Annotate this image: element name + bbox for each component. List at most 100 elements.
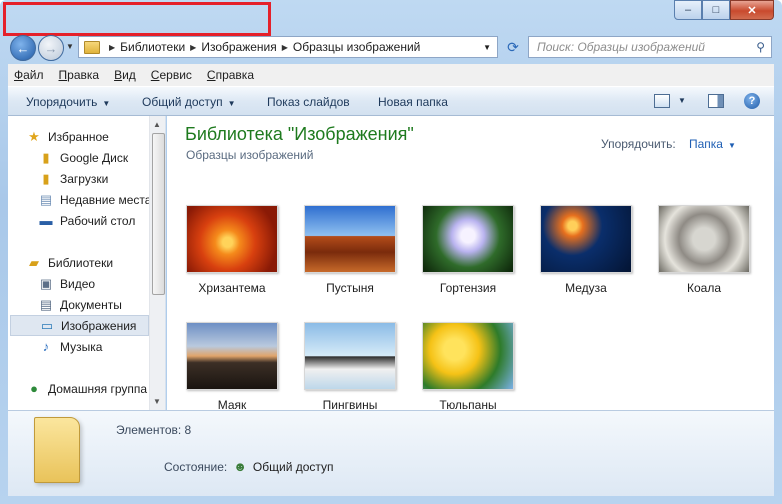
scroll-down-icon[interactable]: ▼ bbox=[153, 397, 161, 406]
sidebar-item-desktop[interactable]: ▬ Рабочий стол bbox=[38, 210, 165, 231]
folder-icon bbox=[84, 40, 100, 54]
breadcrumb-arrow-icon[interactable]: ▶ bbox=[282, 43, 288, 52]
state-value: Общий доступ bbox=[252, 459, 334, 474]
menu-tools[interactable]: Сервис bbox=[151, 68, 192, 82]
slideshow-button[interactable]: Показ слайдов bbox=[267, 95, 350, 109]
menu-view[interactable]: Вид bbox=[114, 68, 136, 82]
search-input[interactable]: Поиск: Образцы изображений ⚲ bbox=[528, 36, 772, 58]
file-item[interactable]: Пингвины bbox=[300, 322, 400, 410]
sidebar-item-google-drive[interactable]: ▮ Google Диск bbox=[38, 147, 165, 168]
minimize-button[interactable]: – bbox=[674, 0, 702, 20]
breadcrumb-arrow-icon[interactable]: ▶ bbox=[109, 43, 115, 52]
homegroup-icon: ● bbox=[30, 381, 38, 396]
sidebar-item-label: Документы bbox=[60, 297, 122, 312]
share-label: Общий доступ bbox=[142, 95, 223, 109]
sidebar-homegroup[interactable]: ● Домашняя группа bbox=[26, 378, 165, 399]
breadcrumb-libraries[interactable]: Библиотеки bbox=[120, 40, 185, 54]
sidebar-favorites[interactable]: ★ Избранное bbox=[26, 126, 165, 147]
command-bar: Упорядочить ▼ Общий доступ ▼ Показ слайдов… bbox=[8, 86, 774, 116]
menu-edit[interactable]: Правка bbox=[59, 68, 100, 82]
preview-pane-icon[interactable] bbox=[708, 94, 724, 108]
arrange-value: Папка bbox=[689, 137, 723, 151]
sidebar-item-label: Библиотеки bbox=[48, 255, 114, 270]
file-name: Коала bbox=[686, 281, 721, 295]
new-folder-button[interactable]: Новая папка bbox=[378, 95, 448, 109]
scrollbar-thumb[interactable] bbox=[152, 133, 165, 295]
library-subtitle: Образцы изображений bbox=[186, 148, 314, 162]
change-view-icon[interactable] bbox=[654, 94, 670, 108]
menu-bar: Файл Правка Вид Сервис Справка bbox=[8, 64, 774, 86]
file-name: Пустыня bbox=[326, 281, 374, 295]
thumbnail-hydrangeas bbox=[422, 205, 514, 273]
file-item[interactable]: Хризантема bbox=[182, 205, 282, 295]
music-icon: ♪ bbox=[42, 339, 50, 354]
file-item[interactable]: Гортензия bbox=[418, 205, 518, 295]
organize-button[interactable]: Упорядочить ▼ bbox=[26, 95, 110, 109]
arrange-by-dropdown[interactable]: Папка ▼ bbox=[689, 137, 736, 151]
sidebar-item-music[interactable]: ♪ Музыка bbox=[38, 336, 165, 357]
file-list-pane: Библиотека "Изображения" Образцы изображ… bbox=[167, 116, 774, 410]
sidebar-item-video[interactable]: ▣ Видео bbox=[38, 273, 165, 294]
breadcrumb: ▶ Библиотеки ▶ Изображения ▶ Образцы изо… bbox=[104, 40, 420, 54]
file-item[interactable]: Медуза bbox=[536, 205, 636, 295]
sidebar-libraries[interactable]: ▰ Библиотеки bbox=[26, 252, 165, 273]
libraries-icon: ▰ bbox=[29, 254, 39, 270]
chevron-down-icon: ▼ bbox=[727, 141, 736, 150]
downloads-icon: ▮ bbox=[42, 170, 50, 186]
address-bar[interactable]: ▶ Библиотеки ▶ Изображения ▶ Образцы изо… bbox=[78, 36, 498, 58]
sidebar-item-label: Видео bbox=[60, 276, 96, 291]
sidebar-item-label: Изображения bbox=[61, 318, 137, 333]
refresh-icon[interactable]: ⟳ bbox=[502, 36, 524, 58]
breadcrumb-arrow-icon[interactable]: ▶ bbox=[190, 43, 196, 52]
sharing-state: Состояние: ☻ Общий доступ bbox=[164, 459, 334, 474]
thumbnail-jellyfish bbox=[540, 205, 632, 273]
file-item[interactable]: Маяк bbox=[182, 322, 282, 410]
file-name: Хризантема bbox=[198, 281, 266, 295]
file-item[interactable]: Тюльпаны bbox=[418, 322, 518, 410]
folder-icon bbox=[34, 417, 80, 483]
documents-icon: ▤ bbox=[39, 296, 53, 312]
thumbnail-tulips bbox=[422, 322, 514, 390]
recent-pages-dropdown-icon[interactable]: ▼ bbox=[66, 42, 74, 51]
view-dropdown-icon[interactable]: ▼ bbox=[678, 96, 686, 105]
organize-label: Упорядочить bbox=[26, 95, 98, 109]
sidebar-item-pictures[interactable]: ▭ Изображения bbox=[10, 315, 149, 336]
forward-button[interactable]: → bbox=[38, 35, 64, 61]
pictures-icon: ▭ bbox=[40, 317, 54, 333]
people-icon: ☻ bbox=[233, 459, 247, 474]
maximize-button[interactable]: □ bbox=[702, 0, 730, 20]
sidebar-item-documents[interactable]: ▤ Документы bbox=[38, 294, 165, 315]
breadcrumb-pictures[interactable]: Изображения bbox=[201, 40, 276, 54]
file-name: Тюльпаны bbox=[439, 398, 497, 410]
thumbnail-koala bbox=[658, 205, 750, 273]
help-icon[interactable]: ? bbox=[744, 93, 760, 109]
share-button[interactable]: Общий доступ ▼ bbox=[142, 95, 236, 109]
file-item[interactable]: Пустыня bbox=[300, 205, 400, 295]
recent-places-icon: ▤ bbox=[39, 191, 53, 207]
thumbnail-chrysanthemum bbox=[186, 205, 278, 273]
menu-file[interactable]: Файл bbox=[14, 68, 44, 82]
menu-help[interactable]: Справка bbox=[207, 68, 254, 82]
file-name: Маяк bbox=[217, 398, 247, 410]
back-button[interactable]: ← bbox=[10, 35, 36, 61]
address-dropdown-icon[interactable]: ▼ bbox=[483, 43, 491, 52]
title-bar: – □ ✕ bbox=[0, 0, 782, 36]
sidebar-item-downloads[interactable]: ▮ Загрузки bbox=[38, 168, 165, 189]
navigation-bar: ← → ▼ ▶ Библиотеки ▶ Изображения ▶ Образ… bbox=[0, 34, 782, 61]
chevron-down-icon: ▼ bbox=[227, 99, 236, 108]
sidebar-item-label: Музыка bbox=[60, 339, 103, 354]
desktop-icon: ▬ bbox=[39, 213, 53, 228]
scroll-up-icon[interactable]: ▲ bbox=[153, 120, 161, 129]
search-icon[interactable]: ⚲ bbox=[756, 40, 765, 54]
navigation-pane: ★ Избранное ▮ Google Диск ▮ Загрузки ▤ Н… bbox=[8, 116, 166, 410]
file-item[interactable]: Коала bbox=[654, 205, 754, 295]
chevron-down-icon: ▼ bbox=[102, 99, 111, 108]
file-name: Медуза bbox=[565, 281, 607, 295]
sidebar-item-label: Загрузки bbox=[60, 171, 109, 186]
breadcrumb-sample-pictures[interactable]: Образцы изображений bbox=[293, 40, 420, 54]
caption-buttons: – □ ✕ bbox=[674, 0, 774, 20]
close-button[interactable]: ✕ bbox=[730, 0, 774, 20]
sidebar-item-recent-places[interactable]: ▤ Недавние места bbox=[38, 189, 165, 210]
sidebar-item-label: Недавние места bbox=[60, 192, 152, 207]
sidebar-scrollbar[interactable]: ▲ ▼ bbox=[149, 116, 165, 410]
